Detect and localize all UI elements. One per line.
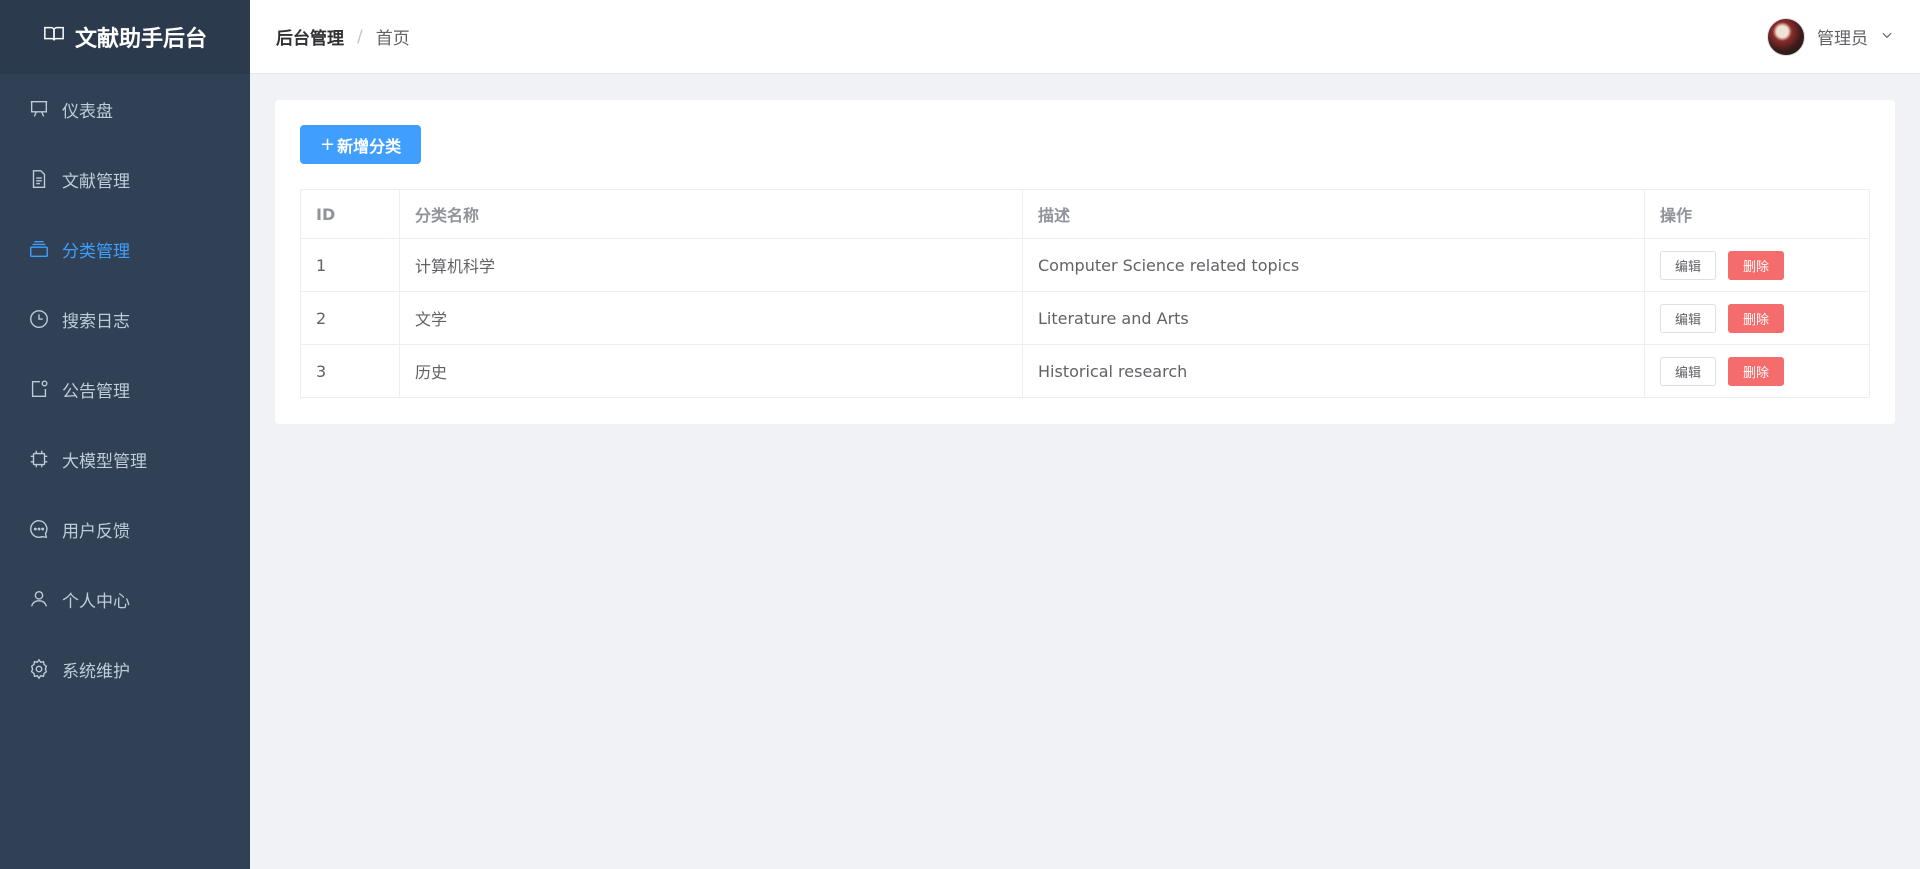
cell-description: Computer Science related topics xyxy=(1022,238,1645,292)
delete-button[interactable]: 删除 xyxy=(1728,250,1785,280)
book-open-icon xyxy=(43,23,65,51)
top-header: 后台管理 / 首页 管理员 xyxy=(250,0,1920,74)
sidebar-item-label: 搜索日志 xyxy=(62,311,130,332)
sidebar-item-feedback[interactable]: 用户反馈 xyxy=(0,494,250,564)
sidebar-item-dashboard[interactable]: 仪表盘 xyxy=(0,74,250,144)
cell-actions: 编辑 删除 xyxy=(1644,238,1870,292)
sidebar-item-search-logs[interactable]: 搜索日志 xyxy=(0,284,250,354)
cell-description: Literature and Arts xyxy=(1022,291,1645,345)
sidebar-item-maintenance[interactable]: 系统维护 xyxy=(0,634,250,704)
cell-name: 文学 xyxy=(399,291,1023,345)
avatar[interactable] xyxy=(1767,17,1805,56)
plus-icon: + xyxy=(320,134,336,155)
cell-name: 历史 xyxy=(399,344,1023,398)
clock-icon xyxy=(28,308,50,330)
document-icon xyxy=(28,168,50,190)
add-category-label: 新增分类 xyxy=(337,136,402,156)
sidebar-item-label: 公告管理 xyxy=(62,381,130,402)
sidebar-item-label: 仪表盘 xyxy=(62,101,113,122)
column-header-name: 分类名称 xyxy=(399,189,1023,239)
user-menu[interactable]: 管理员 xyxy=(1767,17,1894,56)
cell-id: 1 xyxy=(300,238,400,292)
sidebar-item-label: 文献管理 xyxy=(62,171,130,192)
column-header-actions: 操作 xyxy=(1644,189,1870,239)
table-row: 3 历史 Historical research 编辑 删除 xyxy=(300,344,1870,398)
sidebar-item-announcements[interactable]: 公告管理 xyxy=(0,354,250,424)
gear-icon xyxy=(28,658,50,680)
breadcrumb: 后台管理 / 首页 xyxy=(276,24,410,50)
layers-icon xyxy=(28,238,50,260)
sidebar-item-label: 个人中心 xyxy=(62,591,130,612)
sidebar-item-profile[interactable]: 个人中心 xyxy=(0,564,250,634)
cell-id: 3 xyxy=(300,344,400,398)
column-header-id: ID xyxy=(300,189,400,239)
notification-icon xyxy=(28,378,50,400)
presentation-board-icon xyxy=(28,98,50,120)
category-table: ID 分类名称 描述 操作 1 计算机科学 Computer Science r… xyxy=(300,189,1870,398)
main-area: 后台管理 / 首页 管理员 + 新增分类 ID 分类名称 描述 操作 1 计算机… xyxy=(250,0,1920,869)
sidebar: 文献助手后台 仪表盘 文献管理 分类管理 搜索日志 公告管理 大模型管理 用户反… xyxy=(0,0,250,869)
sidebar-item-label: 分类管理 xyxy=(62,241,130,262)
cpu-icon xyxy=(28,448,50,470)
add-category-button[interactable]: + 新增分类 xyxy=(300,125,422,164)
app-logo[interactable]: 文献助手后台 xyxy=(0,0,250,74)
table-header-row: ID 分类名称 描述 操作 xyxy=(300,189,1870,239)
edit-button[interactable]: 编辑 xyxy=(1660,250,1717,280)
breadcrumb-current: 首页 xyxy=(375,29,410,49)
sidebar-item-llm[interactable]: 大模型管理 xyxy=(0,424,250,494)
user-icon xyxy=(28,588,50,610)
sidebar-item-categories[interactable]: 分类管理 xyxy=(0,214,250,284)
cell-name: 计算机科学 xyxy=(399,238,1023,292)
user-name: 管理员 xyxy=(1817,29,1868,49)
edit-button[interactable]: 编辑 xyxy=(1660,356,1717,386)
edit-button[interactable]: 编辑 xyxy=(1660,303,1717,333)
delete-button[interactable]: 删除 xyxy=(1728,356,1785,386)
sidebar-item-documents[interactable]: 文献管理 xyxy=(0,144,250,214)
page-content: + 新增分类 ID 分类名称 描述 操作 1 计算机科学 Computer Sc… xyxy=(250,74,1920,450)
category-card: + 新增分类 ID 分类名称 描述 操作 1 计算机科学 Computer Sc… xyxy=(275,100,1895,424)
sidebar-item-label: 用户反馈 xyxy=(62,521,130,542)
table-row: 1 计算机科学 Computer Science related topics … xyxy=(300,238,1870,292)
chevron-down-icon xyxy=(1880,27,1894,47)
sidebar-menu: 仪表盘 文献管理 分类管理 搜索日志 公告管理 大模型管理 用户反馈 个人中心 … xyxy=(0,74,250,704)
sidebar-item-label: 系统维护 xyxy=(62,661,130,682)
cell-actions: 编辑 删除 xyxy=(1644,291,1870,345)
app-title: 文献助手后台 xyxy=(74,27,207,52)
table-row: 2 文学 Literature and Arts 编辑 删除 xyxy=(300,291,1870,345)
chat-dots-icon xyxy=(28,518,50,540)
column-header-description: 描述 xyxy=(1022,189,1645,239)
cell-actions: 编辑 删除 xyxy=(1644,344,1870,398)
delete-button[interactable]: 删除 xyxy=(1728,303,1785,333)
breadcrumb-root[interactable]: 后台管理 xyxy=(276,24,344,49)
cell-description: Historical research xyxy=(1022,344,1645,398)
breadcrumb-separator: / xyxy=(357,26,363,47)
cell-id: 2 xyxy=(300,291,400,345)
sidebar-item-label: 大模型管理 xyxy=(62,451,147,472)
